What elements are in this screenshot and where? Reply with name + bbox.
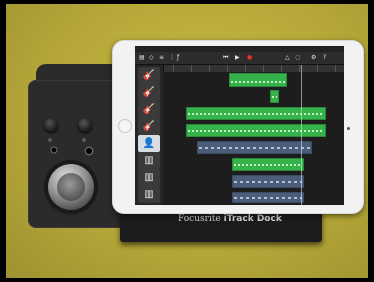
input1-gain-knob <box>44 118 58 132</box>
fx-icon: ƒ <box>177 54 180 61</box>
region-guitar-3 <box>186 107 326 120</box>
region-notes <box>234 197 302 199</box>
ruler-tick <box>281 65 282 72</box>
ruler-tick <box>227 65 228 72</box>
region-notes <box>234 164 302 166</box>
ruler-tick <box>245 65 246 72</box>
track-header-drums: ▥ <box>138 186 160 203</box>
front-camera <box>347 127 350 130</box>
settings-icon: ⋮ <box>169 54 175 61</box>
region-notes <box>188 113 324 115</box>
track-header-guitar: 🎸 <box>138 101 160 118</box>
region-notes <box>188 130 324 132</box>
settings-gear-icon: ⚙ <box>311 54 317 61</box>
region-drums-1 <box>232 158 304 171</box>
region-drums-2 <box>232 175 304 188</box>
ruler-tick <box>335 65 336 72</box>
region-guitar-4 <box>186 124 326 137</box>
input2-gain-knob <box>78 118 92 132</box>
region-notes <box>272 96 277 98</box>
tracks-view-icon: ◇ <box>149 54 154 61</box>
record-icon: ● <box>247 54 253 61</box>
track-header-drums: ▥ <box>138 152 160 169</box>
track-lane <box>163 89 344 107</box>
metronome-icon: △ <box>285 54 290 61</box>
region-guitar-2 <box>270 90 279 103</box>
region-notes <box>234 181 302 183</box>
region-drums-3 <box>232 192 304 203</box>
my-songs-icon: ▤ <box>139 54 145 61</box>
ruler-tick <box>191 65 192 72</box>
input1-led <box>48 138 52 142</box>
track-header-guitar: 🎸 <box>138 84 160 101</box>
ruler-tick <box>317 65 318 72</box>
product-name: iTrack Dock <box>223 214 282 224</box>
region-notes <box>231 81 285 83</box>
headphone-jack <box>84 146 94 156</box>
ruler-tick <box>209 65 210 72</box>
play-icon: ▶ <box>235 54 240 61</box>
monitor-volume-knob-cap <box>57 173 85 201</box>
brand-label: Focusrite iTrack Dock <box>178 214 282 228</box>
track-header-guitar: 🎸 <box>138 67 160 84</box>
region-guitar-1 <box>229 73 287 87</box>
toolbar: ▤ ◇ ≡ ⋮ ƒ ⏮ ▶ ● △ ◌ ⚙ ? <box>135 52 344 65</box>
ruler-tick <box>263 65 264 72</box>
track-header-guitar: 🎸 <box>138 118 160 135</box>
track-header-drums: ▥ <box>138 169 160 186</box>
region-voice <box>197 141 312 154</box>
playhead <box>301 65 302 205</box>
garageband-screen: ▤ ◇ ≡ ⋮ ƒ ⏮ ▶ ● △ ◌ ⚙ ? 🎸 🎸 🎸 🎸 👤 ▥ ▥ ▥ <box>135 46 344 205</box>
brand-name: Focusrite <box>178 214 221 224</box>
help-icon: ? <box>323 54 327 61</box>
mixer-icon: ≡ <box>159 54 165 61</box>
rewind-icon: ⏮ <box>223 54 229 61</box>
ruler-tick <box>173 65 174 72</box>
input2-led <box>82 138 86 142</box>
ruler-tick <box>299 65 300 72</box>
region-notes <box>199 147 310 149</box>
jack-left <box>50 146 58 154</box>
photo: Focusrite iTrack Dock ▤ ◇ ≡ ⋮ ƒ ⏮ ▶ ● △ … <box>0 0 374 282</box>
home-button <box>118 119 132 133</box>
track-header-voice-selected: 👤 <box>138 135 160 152</box>
loop-icon: ◌ <box>295 54 301 61</box>
